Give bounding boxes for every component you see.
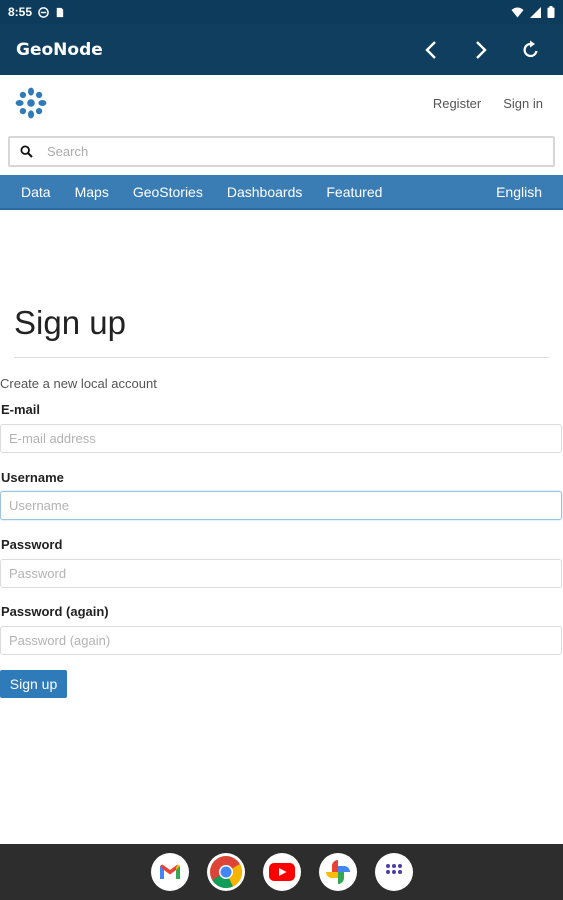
chevron-right-icon xyxy=(476,40,487,59)
password-field[interactable] xyxy=(0,559,562,588)
back-button[interactable] xyxy=(415,34,447,66)
title-divider xyxy=(14,357,549,358)
reload-button[interactable] xyxy=(515,34,547,66)
app-dock xyxy=(0,844,563,900)
wifi-icon xyxy=(511,7,524,17)
status-time: 8:55 xyxy=(8,5,33,19)
signin-link[interactable]: Sign in xyxy=(503,96,543,111)
form-subtitle: Create a new local account xyxy=(0,376,157,391)
username-field[interactable] xyxy=(0,491,562,520)
signal-icon xyxy=(530,6,541,18)
search-bar[interactable] xyxy=(8,136,555,167)
photos-icon[interactable] xyxy=(318,853,357,891)
refresh-icon xyxy=(523,40,538,57)
sim-card-icon xyxy=(56,7,64,17)
password-label: Password xyxy=(1,537,63,552)
chevron-left-icon xyxy=(425,40,436,59)
search-input[interactable] xyxy=(47,144,527,159)
username-label: Username xyxy=(1,470,64,485)
language-selector[interactable]: English xyxy=(484,184,554,200)
app-bar: GeoNode xyxy=(0,24,563,75)
battery-icon xyxy=(547,6,555,18)
password-again-field[interactable] xyxy=(0,626,562,655)
app-drawer-icon[interactable] xyxy=(374,853,413,891)
email-field[interactable] xyxy=(0,424,562,453)
menu-item-data[interactable]: Data xyxy=(9,184,63,200)
youtube-icon[interactable] xyxy=(262,853,301,891)
geonode-logo-icon[interactable] xyxy=(12,84,50,122)
page-title: Sign up xyxy=(14,304,126,341)
gmail-icon[interactable] xyxy=(150,853,189,891)
register-link[interactable]: Register xyxy=(433,96,481,111)
menu-item-dashboards[interactable]: Dashboards xyxy=(215,184,315,200)
menu-item-maps[interactable]: Maps xyxy=(63,184,121,200)
forward-button[interactable] xyxy=(465,34,497,66)
email-label: E-mail xyxy=(1,402,41,417)
site-header: Register Sign in xyxy=(0,75,563,131)
search-icon xyxy=(20,145,33,158)
dnd-icon xyxy=(38,6,49,18)
app-title: GeoNode xyxy=(16,39,103,60)
signup-button[interactable]: Sign up xyxy=(0,670,67,698)
main-menu: Data Maps GeoStories Dashboards Featured… xyxy=(0,175,563,210)
status-bar: 8:55 xyxy=(0,0,563,24)
password-again-label: Password (again) xyxy=(1,604,109,619)
chrome-icon[interactable] xyxy=(206,853,245,891)
menu-item-featured[interactable]: Featured xyxy=(314,184,394,200)
menu-item-geostories[interactable]: GeoStories xyxy=(121,184,215,200)
